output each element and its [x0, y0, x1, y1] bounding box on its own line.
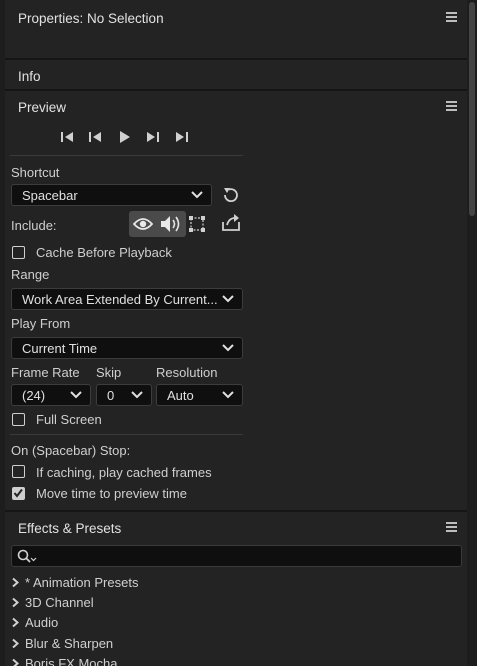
disclosure-arrow-icon[interactable] — [10, 617, 21, 628]
properties-title: Properties: No Selection — [18, 10, 164, 26]
tree-item[interactable]: Blur & Sharpen — [10, 634, 113, 652]
tree-item[interactable]: Audio — [10, 613, 58, 631]
export-icon[interactable] — [220, 213, 242, 233]
chevron-down-icon — [131, 391, 143, 399]
play-icon[interactable] — [118, 130, 131, 144]
chevron-down-icon — [70, 391, 82, 399]
range-dropdown[interactable]: Work Area Extended By Current... — [11, 288, 243, 310]
frame-rate-value: (24) — [22, 387, 46, 403]
chevron-down-icon — [222, 391, 234, 399]
shortcut-value: Spacebar — [22, 187, 78, 203]
panel-divider — [5, 58, 467, 60]
frame-rate-dropdown[interactable]: (24) — [11, 384, 91, 406]
properties-panel-header: Properties: No Selection — [5, 3, 467, 33]
tree-item-label: Blur & Sharpen — [25, 635, 114, 651]
tree-item-label: * Animation Presets — [25, 574, 139, 590]
resolution-dropdown[interactable]: Auto — [156, 384, 243, 406]
video-eye-icon[interactable] — [129, 211, 157, 237]
full-screen-checkbox[interactable] — [12, 413, 25, 426]
preview-title: Preview — [18, 99, 67, 115]
preview-panel-header: Preview — [5, 92, 467, 122]
disclosure-arrow-icon[interactable] — [10, 577, 21, 588]
range-value: Work Area Extended By Current... — [22, 291, 218, 307]
section-divider — [10, 155, 243, 156]
full-screen-label: Full Screen — [36, 412, 102, 427]
skip-to-end-icon[interactable] — [175, 130, 191, 144]
tree-item[interactable]: 3D Channel — [10, 593, 94, 611]
panel-divider — [5, 89, 467, 91]
resolution-value: Auto — [167, 387, 194, 403]
menu-icon[interactable] — [446, 12, 457, 22]
section-divider — [10, 434, 243, 435]
tree-item[interactable]: * Animation Presets — [10, 573, 138, 591]
play-cached-frames-label: If caching, play cached frames — [36, 465, 212, 480]
effects-title: Effects & Presets — [18, 520, 122, 536]
include-label: Include: — [11, 218, 57, 233]
effects-search-input[interactable] — [11, 545, 462, 567]
cache-before-playback-label: Cache Before Playback — [36, 245, 172, 260]
menu-icon[interactable] — [446, 522, 457, 532]
step-back-icon[interactable] — [88, 130, 103, 144]
tree-item[interactable]: Boris FX Mocha — [10, 654, 117, 666]
chevron-down-icon — [222, 295, 234, 303]
play-from-dropdown[interactable]: Current Time — [11, 337, 243, 359]
effects-panel-header: Effects & Presets — [5, 513, 467, 543]
range-label: Range — [11, 267, 50, 282]
scrollbar[interactable] — [467, 0, 477, 666]
shortcut-dropdown[interactable]: Spacebar — [11, 184, 212, 206]
tree-item-label: Boris FX Mocha — [25, 655, 118, 666]
skip-value: 0 — [107, 387, 115, 403]
info-panel-header[interactable]: Info — [5, 61, 467, 91]
panel-divider — [5, 510, 467, 512]
step-forward-icon[interactable] — [145, 130, 160, 144]
menu-icon[interactable] — [446, 101, 457, 111]
overlays-icon[interactable] — [187, 214, 207, 234]
cache-before-playback-checkbox[interactable] — [12, 246, 25, 259]
chevron-down-icon — [191, 191, 203, 199]
shortcut-label: Shortcut — [11, 165, 60, 180]
chevron-down-icon — [222, 344, 234, 352]
skip-to-start-icon[interactable] — [60, 130, 75, 144]
scrollbar-thumb[interactable] — [469, 2, 475, 216]
tree-item-label: 3D Channel — [25, 594, 94, 610]
tree-item-label: Audio — [25, 614, 59, 630]
resolution-label: Resolution — [156, 365, 218, 380]
checkmark-icon — [13, 488, 23, 498]
disclosure-arrow-icon[interactable] — [10, 597, 21, 608]
skip-label: Skip — [96, 365, 122, 380]
disclosure-arrow-icon[interactable] — [10, 658, 21, 666]
frame-rate-label: Frame Rate — [11, 365, 80, 380]
play-from-label: Play From — [11, 316, 71, 331]
play-from-value: Current Time — [22, 340, 98, 356]
reset-shortcut-icon[interactable] — [221, 186, 239, 204]
disclosure-arrow-icon[interactable] — [10, 638, 21, 649]
move-time-label: Move time to preview time — [36, 486, 187, 501]
stop-options-label: On (Spacebar) Stop: — [11, 443, 131, 458]
skip-dropdown[interactable]: 0 — [96, 384, 152, 406]
move-time-checkbox[interactable] — [12, 487, 25, 500]
panel-column: Properties: No Selection Info Preview Sh… — [5, 0, 467, 666]
play-cached-frames-checkbox[interactable] — [12, 465, 25, 478]
info-title: Info — [18, 68, 41, 84]
search-icon — [17, 549, 37, 563]
audio-speaker-icon[interactable] — [158, 211, 186, 237]
